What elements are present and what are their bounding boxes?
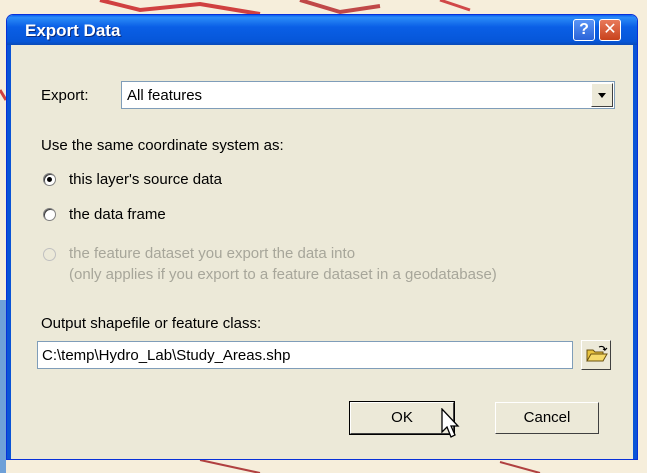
mouse-pointer-icon: [441, 408, 460, 438]
radio-feature-dataset-label: the feature dataset you export the data …: [69, 245, 356, 262]
export-data-dialog: Export Data ? ✕ Export: All features Use…: [6, 14, 638, 460]
cancel-button[interactable]: Cancel: [495, 402, 599, 434]
output-path-field[interactable]: C:\temp\Hydro_Lab\Study_Areas.shp: [37, 341, 573, 369]
radio-feature-dataset: [43, 248, 56, 261]
radio-source-data[interactable]: [43, 173, 56, 186]
close-icon: ✕: [603, 21, 617, 38]
help-icon: ?: [579, 21, 589, 38]
folder-open-icon: [586, 345, 608, 362]
export-selected-value: All features: [127, 87, 203, 104]
title-bar[interactable]: Export Data ? ✕: [7, 15, 637, 45]
left-frame: [7, 45, 11, 459]
export-select[interactable]: All features: [121, 81, 615, 109]
radio-feature-dataset-note: (only applies if you export to a feature…: [69, 266, 497, 283]
output-label: Output shapefile or feature class:: [41, 315, 262, 332]
coordinate-heading: Use the same coordinate system as:: [41, 137, 284, 154]
radio-source-data-label[interactable]: this layer's source data: [69, 171, 222, 188]
radio-data-frame[interactable]: [43, 208, 56, 221]
close-button[interactable]: ✕: [599, 19, 621, 41]
export-label: Export:: [41, 87, 89, 104]
browse-button[interactable]: [581, 340, 611, 370]
output-path-value: C:\temp\Hydro_Lab\Study_Areas.shp: [42, 347, 291, 364]
dialog-title: Export Data: [25, 21, 121, 40]
radio-data-frame-label[interactable]: the data frame: [69, 206, 166, 223]
ok-button[interactable]: OK: [349, 401, 455, 435]
help-button[interactable]: ?: [573, 19, 595, 41]
chevron-down-icon[interactable]: [591, 83, 613, 107]
right-frame: [633, 45, 637, 459]
